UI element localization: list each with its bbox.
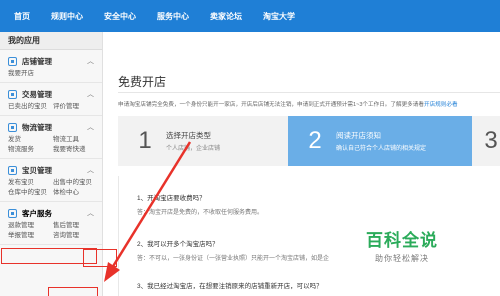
sidebar-link[interactable]: 已卖出的宝贝	[8, 102, 53, 112]
sidebar-link[interactable]: 售后管理	[53, 221, 98, 231]
sidebar-group-customer-service: 客户服务 ︿ 退款管理 售后管理 举报管理 咨询管理	[0, 202, 102, 245]
step-title: 阅读开店须知	[336, 131, 381, 140]
sidebar-link[interactable]: 物流工具	[53, 135, 98, 145]
sidebar-link[interactable]: 咨询管理	[53, 231, 98, 241]
sidebar-link[interactable]: 出售中的宝贝	[53, 178, 98, 188]
sidebar-link[interactable]: 举报管理	[8, 231, 53, 241]
step-3: 3	[472, 116, 500, 166]
sidebar-group-label: 物流管理	[22, 122, 52, 132]
step-number: 3	[484, 127, 498, 154]
page-title: 免费开店	[118, 75, 167, 89]
watermark-subtitle: 助你轻松解决	[375, 254, 429, 263]
faq-answer: 答：淘宝开店是免费的，不收取任何服务费用。	[137, 210, 264, 216]
shop-icon	[8, 56, 17, 66]
watermark-title: 百科全说	[366, 231, 438, 250]
watermark: 百科全说 助你轻松解决	[366, 226, 438, 264]
customer-service-icon	[8, 208, 17, 218]
sidebar-group-label: 客户服务	[22, 208, 52, 218]
faq-answer: 答：不可以，一张身份证（一张营业执照）只能开一个淘宝店铺，如是企	[137, 256, 330, 262]
logistics-icon	[8, 122, 17, 132]
faq-item: 3、我已经过淘宝店，在想要注销原来的店铺重新开店，可以吗？	[137, 280, 323, 290]
chevron-up-icon[interactable]: ︿	[87, 208, 94, 218]
sidebar-group-label: 店铺管理	[22, 56, 52, 66]
nav-seller-forum[interactable]: 卖家论坛	[210, 11, 242, 22]
top-nav-bar: 首页 规则中心 安全中心 服务中心 卖家论坛 淘宝大学	[0, 0, 500, 32]
rules-link[interactable]: 开店规则必看	[424, 102, 458, 108]
chevron-up-icon[interactable]: ︿	[87, 56, 94, 66]
sidebar-link[interactable]: 我要开店	[8, 69, 53, 79]
sidebar-link[interactable]: 我要寄快递	[53, 145, 98, 155]
sidebar-group-shop: 店铺管理 ︿ 我要开店	[0, 50, 102, 83]
nav-taobao-university[interactable]: 淘宝大学	[263, 11, 295, 22]
sidebar-link[interactable]: 仓库中的宝贝	[8, 188, 53, 198]
item-icon	[8, 165, 17, 175]
sidebar-group-label: 宝贝管理	[22, 165, 52, 175]
chevron-up-icon[interactable]: ︿	[87, 165, 94, 175]
faq-item: 1、开淘宝店要收费吗？ 答：淘宝开店是免费的，不收取任何服务费用。	[137, 192, 263, 216]
step-subtitle: 确认自己符合个人店铺的相关规定	[336, 146, 427, 152]
nav-home[interactable]: 首页	[14, 11, 30, 22]
chevron-up-icon[interactable]: ︿	[87, 89, 94, 99]
chevron-up-icon[interactable]: ︿	[87, 122, 94, 132]
trade-icon	[8, 89, 17, 99]
sidebar-link[interactable]: 发货	[8, 135, 53, 145]
highlight-expand-toggle	[83, 249, 117, 267]
faq-panel: 1、开淘宝店要收费吗？ 答：淘宝开店是免费的，不收取任何服务费用。 2、我可以开…	[118, 176, 500, 296]
sidebar-group-items: 宝贝管理 ︿ 发布宝贝 出售中的宝贝 仓库中的宝贝 体检中心	[0, 159, 102, 202]
divider	[118, 92, 500, 93]
sidebar-link[interactable]: 评价管理	[53, 102, 98, 112]
sidebar-group-label: 交易管理	[22, 89, 52, 99]
sidebar-title: 我的应用	[0, 32, 102, 50]
step-indicator: 1 选择开店类型 个人店铺，企业店铺 2 阅读开店须知 确认自己符合个人店铺的相…	[118, 116, 500, 166]
sidebar-link[interactable]: 发布宝贝	[8, 178, 53, 188]
sidebar-group-logistics: 物流管理 ︿ 发货 物流工具 物流服务 我要寄快递	[0, 116, 102, 159]
step-subtitle: 个人店铺，企业店铺	[166, 146, 221, 152]
faq-item: 2、我可以开多个淘宝店吗？ 答：不可以，一张身份证（一张营业执照）只能开一个淘宝…	[137, 238, 329, 262]
highlight-menu-item	[48, 287, 98, 296]
step-number: 1	[138, 127, 152, 154]
nav-rules-center[interactable]: 规则中心	[51, 11, 83, 22]
nav-service-center[interactable]: 服务中心	[157, 11, 189, 22]
sidebar-link[interactable]: 退款管理	[8, 221, 53, 231]
nav-security-center[interactable]: 安全中心	[104, 11, 136, 22]
step-2: 2 阅读开店须知 确认自己符合个人店铺的相关规定	[288, 116, 500, 166]
faq-question: 3、我已经过淘宝店，在想要注销原来的店铺重新开店，可以吗？	[137, 283, 323, 290]
sidebar-link[interactable]: 体检中心	[53, 188, 98, 198]
faq-question: 1、开淘宝店要收费吗？	[137, 195, 206, 202]
faq-question: 2、我可以开多个淘宝店吗？	[137, 241, 219, 248]
step-number: 2	[308, 127, 322, 154]
step-title: 选择开店类型	[166, 131, 211, 140]
step-1: 1 选择开店类型 个人店铺，企业店铺	[118, 116, 288, 166]
notice-text: 申请淘宝店铺完全免费，一个身份只能开一家店，开店后店铺无法注销，申请到正式开通预…	[118, 100, 500, 108]
notice-body: 申请淘宝店铺完全免费，一个身份只能开一家店，开店后店铺无法注销，申请到正式开通预…	[118, 102, 424, 108]
sidebar-group-trade: 交易管理 ︿ 已卖出的宝贝 评价管理	[0, 83, 102, 116]
sidebar-link[interactable]: 物流服务	[8, 145, 53, 155]
